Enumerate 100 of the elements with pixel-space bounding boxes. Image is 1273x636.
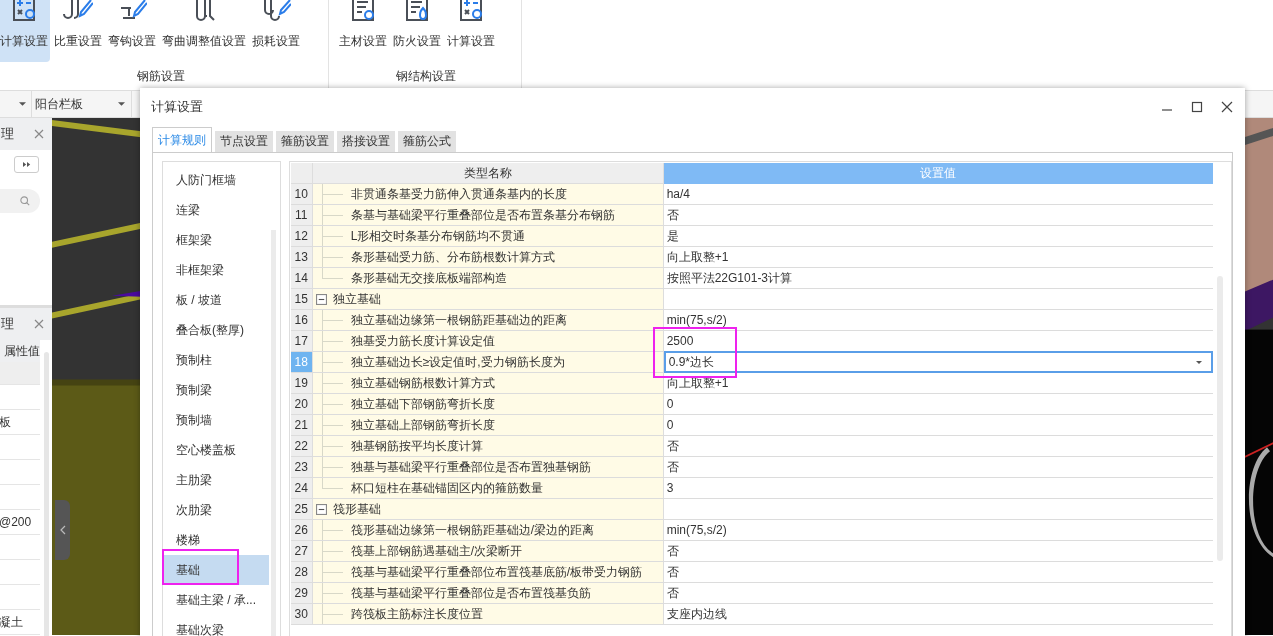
- setting-value: 否: [666, 542, 679, 560]
- category-item[interactable]: 预制墙: [163, 405, 269, 435]
- ribbon-button[interactable]: 计算设置: [0, 0, 50, 62]
- tree-line: [321, 541, 343, 561]
- category-item[interactable]: 预制梁: [163, 375, 269, 405]
- row-number: 25: [290, 499, 313, 519]
- panel-title: 理: [1, 125, 14, 143]
- column-header: 设置值: [663, 163, 1213, 184]
- collapse-icon[interactable]: [315, 503, 327, 515]
- expand-button[interactable]: [14, 156, 39, 173]
- setting-value: 否: [666, 458, 679, 476]
- setting-name: 条基与基础梁平行重叠部位是否布置条基分布钢筋: [350, 207, 615, 224]
- tree-line: [321, 205, 343, 225]
- setting-value: min(75,s/2): [666, 523, 727, 537]
- setting-name: 独立基础边缘第一根钢筋距基础边的距离: [350, 312, 567, 329]
- row-number: 11: [290, 205, 313, 225]
- tab[interactable]: 箍筋设置: [276, 131, 334, 152]
- column-header: 属性值: [0, 340, 40, 362]
- row-number: 13: [290, 247, 313, 267]
- ribbon-button[interactable]: 弯曲调整值设置: [160, 0, 248, 62]
- tree-line: [321, 583, 343, 603]
- setting-value: 否: [666, 584, 679, 602]
- row-number: 24: [290, 478, 313, 498]
- row-number: 16: [290, 310, 313, 330]
- tab[interactable]: 箍筋公式: [398, 131, 456, 152]
- setting-value: 3: [666, 481, 674, 495]
- setting-name: 独基钢筋按平均长度计算: [350, 438, 483, 455]
- row-number: 19: [290, 373, 313, 393]
- ribbon-button[interactable]: 主材设置: [337, 0, 389, 62]
- property-value: @200: [0, 515, 32, 529]
- caret-icon: [118, 102, 125, 106]
- category-item[interactable]: 板 / 坡道: [163, 285, 269, 315]
- ribbon-button[interactable]: 计算设置: [445, 0, 497, 62]
- ribbon-button[interactable]: 比重设置: [52, 0, 104, 62]
- group-label: 钢结构设置: [396, 68, 456, 85]
- category-item[interactable]: 基础主梁 / 承...: [163, 585, 269, 615]
- panel-title: 理: [1, 315, 14, 333]
- category-item[interactable]: 叠合板(整厚): [163, 315, 269, 345]
- tab[interactable]: 节点设置: [215, 131, 273, 152]
- row-number: 29: [290, 583, 313, 603]
- category-item[interactable]: 基础: [163, 555, 269, 585]
- setting-name: 独立基础钢筋根数计算方式: [350, 375, 495, 392]
- setting-name: 筏基上部钢筋遇基础主/次梁断开: [350, 543, 522, 560]
- ribbon-icon: [261, 0, 291, 22]
- scrollbar[interactable]: [44, 352, 49, 636]
- setting-name: 独立基础边长≥设定值时,受力钢筋长度为: [350, 354, 565, 371]
- row-number: 17: [290, 331, 313, 351]
- category-item[interactable]: 非框架梁: [163, 255, 269, 285]
- group-name: 筏形基础: [332, 501, 381, 518]
- dropdown[interactable]: 阳台栏板: [32, 91, 132, 117]
- setting-name: 条形基础无交接底板端部构造: [350, 270, 507, 287]
- tree-line: [321, 394, 343, 414]
- tree-line: [321, 436, 343, 456]
- tree-line: [321, 520, 343, 540]
- category-item[interactable]: 框架梁: [163, 225, 269, 255]
- setting-name: 独基与基础梁平行重叠部位是否布置独基钢筋: [350, 459, 591, 476]
- setting-value: 向上取整+1: [666, 374, 729, 392]
- setting-value: 支座内边线: [666, 605, 727, 623]
- chevron-left-icon: [59, 525, 66, 535]
- setting-value: 向上取整+1: [666, 248, 729, 266]
- tree-line: [321, 415, 343, 435]
- value-dropdown[interactable]: 0.9*边长: [663, 351, 1213, 373]
- ribbon-icon: [63, 0, 93, 22]
- tree-line: [321, 562, 343, 582]
- row-number: 26: [290, 520, 313, 540]
- setting-value: 否: [666, 437, 679, 455]
- tree-line: [321, 604, 343, 624]
- category-item[interactable]: 人防门框墙: [163, 165, 269, 195]
- caret-icon: [1195, 360, 1202, 364]
- setting-value: 0: [666, 397, 674, 411]
- scrollbar[interactable]: [270, 230, 276, 636]
- collapse-icon[interactable]: [315, 293, 327, 305]
- row-number: 21: [290, 415, 313, 435]
- category-item[interactable]: 基础次梁: [163, 615, 269, 636]
- tree-line: [321, 184, 343, 204]
- setting-name: 杯口短柱在基础锚固区内的箍筋数量: [350, 480, 543, 497]
- ribbon-button[interactable]: 损耗设置: [250, 0, 302, 62]
- row-number: 10: [290, 184, 313, 204]
- ribbon-button[interactable]: 弯钩设置: [106, 0, 158, 62]
- tree-line: [321, 373, 343, 393]
- category-item[interactable]: 主肋梁: [163, 465, 269, 495]
- double-arrow-icon: [22, 162, 31, 167]
- ribbon-button[interactable]: 防火设置: [391, 0, 443, 62]
- tab[interactable]: 计算规则: [152, 127, 212, 152]
- maximize-icon[interactable]: [1191, 101, 1203, 113]
- close-icon[interactable]: [1221, 101, 1233, 113]
- category-item[interactable]: 连梁: [163, 195, 269, 225]
- search-field[interactable]: [0, 189, 40, 213]
- setting-name: 筏基与基础梁平行重叠部位布置筏基底筋/板带受力钢筋: [350, 564, 642, 581]
- tab[interactable]: 搭接设置: [337, 131, 395, 152]
- setting-value: 2500: [666, 334, 694, 348]
- setting-value: ha/4: [666, 187, 691, 201]
- category-item[interactable]: 预制柱: [163, 345, 269, 375]
- category-item[interactable]: 空心楼盖板: [163, 435, 269, 465]
- category-item[interactable]: 楼梯: [163, 525, 269, 555]
- search-icon: [20, 196, 30, 206]
- collapse-button[interactable]: [55, 500, 70, 560]
- group-label: 钢筋设置: [137, 68, 185, 85]
- category-item[interactable]: 次肋梁: [163, 495, 269, 525]
- tree-line: [321, 226, 343, 246]
